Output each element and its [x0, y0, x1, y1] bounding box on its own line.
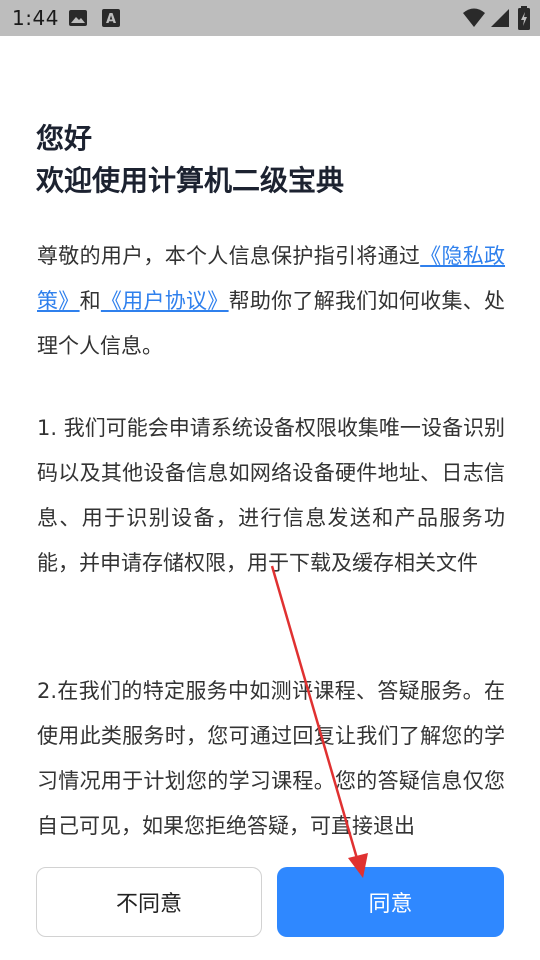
disagree-button[interactable]: 不同意: [36, 867, 262, 937]
permission-item-1: 1. 我们可能会申请系统设备权限收集唯一设备识别码以及其他设备信息如网络设备硬件…: [37, 416, 505, 575]
welcome-title: 欢迎使用计算机二级宝典: [36, 164, 345, 197]
battery-icon: [518, 6, 530, 30]
intro-paragraph: 尊敬的用户，本个人信息保护指引将通过《隐私政策》和《用户协议》帮助你了解我们如何…: [37, 234, 505, 369]
svg-text:A: A: [106, 12, 116, 27]
status-bar: 1:44 A: [0, 0, 540, 36]
text-a-icon: A: [102, 9, 120, 27]
greeting-heading: 您好: [36, 122, 93, 155]
dialog-content[interactable]: 您好 欢迎使用计算机二级宝典 尊敬的用户，本个人信息保护指引将通过《隐私政策》和…: [0, 36, 540, 856]
button-bar: 不同意 同意: [0, 856, 540, 960]
intro-text-before: 尊敬的用户，本个人信息保护指引将通过: [37, 244, 421, 268]
wifi-icon: [463, 8, 485, 27]
status-time: 1:44: [12, 6, 59, 30]
intro-text-and: 和: [79, 289, 101, 313]
image-icon: [69, 10, 87, 26]
service-item-2: 2.在我们的特定服务中如测评课程、答疑服务。在使用此类服务时，您可通过回复让我们…: [37, 679, 505, 838]
signal-icon: [491, 9, 509, 27]
agree-button[interactable]: 同意: [277, 867, 504, 937]
user-agreement-link[interactable]: 《用户协议》: [101, 289, 229, 313]
